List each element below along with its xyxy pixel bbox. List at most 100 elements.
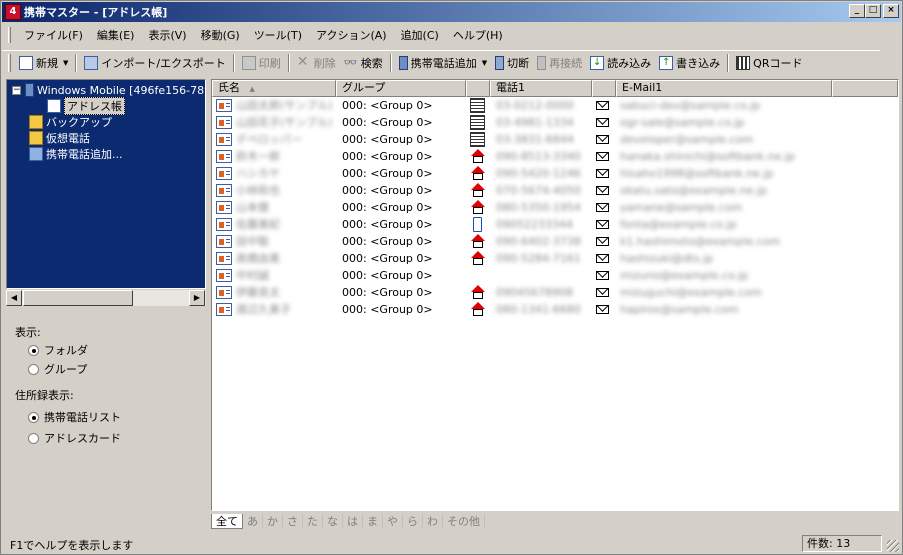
menu-edit[interactable]: 編集(E) xyxy=(90,25,142,45)
table-row[interactable]: 山本健 000: <Group 0> 080-5350-1954 yamane@sam… xyxy=(212,199,898,216)
radio-folder[interactable]: フォルダ xyxy=(28,342,88,358)
write-button[interactable]: ↑ 書き込み xyxy=(655,53,724,73)
contact-group: 000: <Group 0> xyxy=(342,235,433,248)
close-button[interactable]: × xyxy=(883,4,899,18)
index-tabs: 全て あ か さ た な は ま や ら わ その他 xyxy=(211,512,485,530)
search-button[interactable]: 👓 検索 xyxy=(340,53,387,73)
menu-add[interactable]: 追加(C) xyxy=(394,25,446,45)
import-export-button[interactable]: インポート/エクスポート xyxy=(80,53,229,73)
column-header-phone-type[interactable] xyxy=(466,80,490,97)
table-row[interactable]: 高橋由美 000: <Group 0> 090-5284-7161 hashizuki… xyxy=(212,250,898,267)
contact-phone: 090-5420-1246 xyxy=(496,167,581,180)
contact-email: mizuguchi@example.com xyxy=(620,286,762,299)
radio-address-card[interactable]: アドレスカード xyxy=(28,430,121,446)
contact-email: hisaho1998@softbank.ne.jp xyxy=(620,167,774,180)
home-icon xyxy=(471,183,485,190)
contact-phone: 090-6402-3738 xyxy=(496,235,581,248)
display-label: 表示: xyxy=(15,326,41,339)
tree-item-add-phone[interactable]: 携帯電話追加... xyxy=(29,146,123,162)
collapse-icon[interactable]: − xyxy=(12,85,21,95)
minimize-button[interactable]: _ xyxy=(849,4,865,18)
reconnect-button[interactable]: 再接続 xyxy=(533,53,586,73)
column-header-spacer xyxy=(832,80,898,97)
tab-na[interactable]: な xyxy=(323,513,343,529)
column-header-group[interactable]: グループ xyxy=(336,80,466,97)
envelope-icon xyxy=(596,237,609,246)
table-row[interactable]: 小林和也 000: <Group 0> 070-5674-4050 okatu.sat… xyxy=(212,182,898,199)
tree-item-address-book[interactable]: アドレス帳 xyxy=(47,97,125,115)
tree-item-windows-mobile[interactable]: − Windows Mobile [496fe156-789 xyxy=(12,82,205,98)
table-row[interactable]: 渡辺久美子 000: <Group 0> 080-1341-6680 hapiros@… xyxy=(212,301,898,318)
table-row[interactable]: 中村誠 000: <Group 0> mizuno@example.co.jp xyxy=(212,267,898,284)
folder-tree[interactable]: − Windows Mobile [496fe156-789 アドレス帳 バック… xyxy=(6,79,206,289)
scrollbar-thumb[interactable] xyxy=(23,290,133,306)
toolbar: 新規 ▼ インポート/エクスポート 印刷 ✕ 削除 👓 検索 携帯電話追加 ▼ xyxy=(2,50,880,74)
tab-wa[interactable]: わ xyxy=(423,513,443,529)
menu-go[interactable]: 移動(G) xyxy=(194,25,247,45)
contact-list[interactable]: 氏名 ▲ グループ 電話1 E-Mail1 山田太郎(サンプル) 000: <Gr… xyxy=(211,79,899,511)
tab-ka[interactable]: か xyxy=(263,513,283,529)
toolbar-separator xyxy=(287,53,290,72)
menu-grip[interactable] xyxy=(8,27,11,43)
table-row[interactable]: 山田花子(サンプル) 000: <Group 0> 03-4981-1334 ogr-… xyxy=(212,114,898,131)
menu-file[interactable]: ファイル(F) xyxy=(17,25,90,45)
chevron-down-icon[interactable]: ▼ xyxy=(63,59,68,67)
tab-ra[interactable]: ら xyxy=(403,513,423,529)
home-icon xyxy=(471,302,485,309)
tree-item-virtual-phone[interactable]: 仮想電話 xyxy=(29,130,90,146)
contact-name: 渡辺久美子 xyxy=(236,303,291,316)
tab-ma[interactable]: ま xyxy=(363,513,383,529)
tab-sa[interactable]: さ xyxy=(283,513,303,529)
delete-button[interactable]: ✕ 削除 xyxy=(293,53,340,73)
tab-ta[interactable]: た xyxy=(303,513,323,529)
tab-ha[interactable]: は xyxy=(343,513,363,529)
tab-all[interactable]: 全て xyxy=(211,513,243,529)
table-row[interactable]: 田中聡 000: <Group 0> 090-6402-3738 k1.hashimo… xyxy=(212,233,898,250)
qr-code-icon xyxy=(736,55,751,70)
table-row[interactable]: 佐藤美紀 000: <Group 0> 09052233344 fonta@examp… xyxy=(212,216,898,233)
chevron-down-icon[interactable]: ▼ xyxy=(482,59,487,67)
toolbar-grip[interactable] xyxy=(8,53,11,72)
table-row[interactable]: デベロッパー 000: <Group 0> 03-3831-6844 develope… xyxy=(212,131,898,148)
status-bar: F1でヘルプを表示します 件数: 13 xyxy=(2,534,901,554)
resize-grip-icon[interactable] xyxy=(887,540,899,552)
radio-group[interactable]: グループ xyxy=(28,361,87,377)
contact-group: 000: <Group 0> xyxy=(342,218,433,231)
envelope-icon xyxy=(596,186,609,195)
table-row[interactable]: ハシカヤ 000: <Group 0> 090-5420-1246 hisaho199… xyxy=(212,165,898,182)
tab-ya[interactable]: や xyxy=(383,513,403,529)
envelope-icon xyxy=(596,220,609,229)
folder-icon xyxy=(29,115,43,129)
read-button[interactable]: ↓ 読み込み xyxy=(586,53,655,73)
download-icon: ↓ xyxy=(590,55,605,70)
disconnect-button[interactable]: 切断 xyxy=(491,53,533,73)
table-row[interactable]: 鈴木一郎 000: <Group 0> 090-8513-3340 hanaka.sh… xyxy=(212,148,898,165)
add-phone-button[interactable]: 携帯電話追加 ▼ xyxy=(395,53,491,73)
table-row[interactable]: 山田太郎(サンプル) 000: <Group 0> 03-0212-0000 sabu… xyxy=(212,97,898,114)
print-button[interactable]: 印刷 xyxy=(238,53,285,73)
new-button[interactable]: 新規 ▼ xyxy=(15,53,72,73)
maximize-button[interactable]: □ xyxy=(865,4,881,18)
column-header-name[interactable]: 氏名 ▲ xyxy=(212,80,336,97)
tab-other[interactable]: その他 xyxy=(443,513,485,529)
contact-card-icon xyxy=(216,116,232,129)
contact-email: k1.hashimoto@example.com xyxy=(620,235,781,248)
tab-a[interactable]: あ xyxy=(243,513,263,529)
contact-name: 小林和也 xyxy=(236,184,280,197)
scroll-right-icon[interactable]: ▶ xyxy=(189,290,205,306)
column-header-mail-type[interactable] xyxy=(592,80,616,97)
qr-code-button[interactable]: QRコード xyxy=(732,53,806,73)
menu-view[interactable]: 表示(V) xyxy=(141,25,193,45)
menu-help[interactable]: ヘルプ(H) xyxy=(446,25,510,45)
column-header-email[interactable]: E-Mail1 xyxy=(616,80,832,97)
office-phone-icon xyxy=(470,132,485,147)
tree-item-backup[interactable]: バックアップ xyxy=(29,114,112,130)
column-header-phone[interactable]: 電話1 xyxy=(490,80,592,97)
menu-tools[interactable]: ツール(T) xyxy=(247,25,309,45)
menu-action[interactable]: アクション(A) xyxy=(309,25,394,45)
scroll-left-icon[interactable]: ◀ xyxy=(6,290,22,306)
table-row[interactable]: 伊藤良太 000: <Group 0> 09045678908 mizuguchi@e… xyxy=(212,284,898,301)
home-icon xyxy=(471,234,485,241)
tree-horizontal-scrollbar[interactable]: ◀ ▶ xyxy=(6,289,206,306)
radio-phone-list[interactable]: 携帯電話リスト xyxy=(28,409,121,425)
